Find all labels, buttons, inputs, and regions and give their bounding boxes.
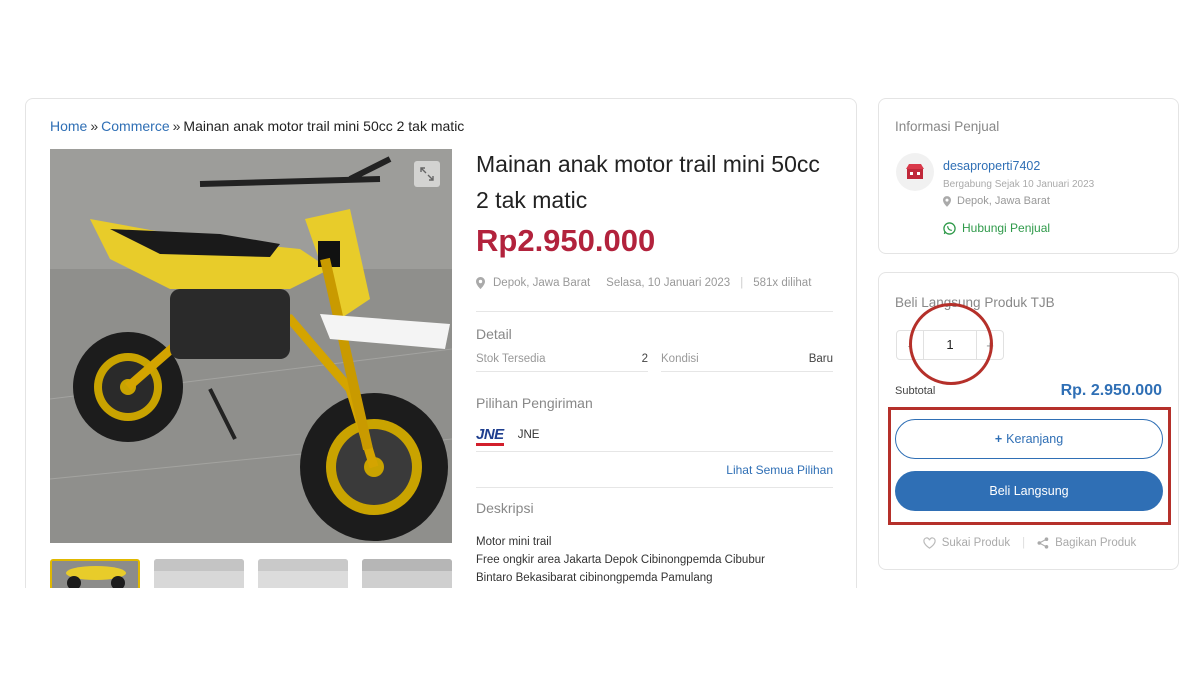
condition-label: Kondisi — [661, 353, 699, 365]
expand-icon[interactable] — [414, 161, 440, 187]
thumbnail[interactable] — [258, 559, 348, 588]
courier-name: JNE — [517, 428, 540, 441]
actions-divider: | — [1022, 537, 1026, 549]
description-line: Free ongkir area Jakarta Depok Cibinongp… — [476, 554, 765, 566]
jne-logo: JNE — [476, 426, 504, 446]
meta-divider: | — [740, 277, 744, 289]
thumbnail[interactable] — [154, 559, 244, 588]
condition-row: Kondisi Baru — [661, 353, 833, 372]
product-views: 581x dilihat — [753, 277, 812, 289]
plus-icon: + — [994, 432, 1003, 446]
divider — [476, 487, 833, 488]
divider — [476, 451, 833, 452]
seller-name-link[interactable]: desaproperti7402 — [943, 159, 1040, 173]
divider — [476, 311, 833, 312]
product-card: Home» Commerce» Mainan anak motor trail mi… — [25, 98, 857, 588]
thumbnail-strip — [50, 559, 452, 588]
shipping-label: Pilihan Pengiriman — [476, 395, 593, 411]
location-pin-icon — [943, 195, 951, 207]
buy-card: Beli Langsung Produk TJB - 1 + Subtotal … — [878, 272, 1179, 570]
breadcrumb-home-link[interactable]: Home — [50, 118, 87, 134]
add-to-cart-label: Keranjang — [1006, 432, 1064, 446]
buy-section-label: Beli Langsung Produk TJB — [895, 295, 1055, 310]
product-actions: Sukai Produk | Bagikan Produk — [879, 537, 1180, 549]
description-label: Deskripsi — [476, 500, 534, 516]
condition-value: Baru — [808, 353, 833, 365]
detail-label: Detail — [476, 326, 512, 342]
dirt-bike-image — [50, 149, 452, 543]
product-price: Rp2.950.000 — [476, 223, 656, 258]
stock-label: Stok Tersedia — [476, 353, 546, 365]
stock-row: Stok Tersedia 2 — [476, 353, 648, 372]
annotation-circle — [909, 303, 993, 385]
buy-now-button[interactable]: Beli Langsung — [895, 471, 1163, 511]
subtotal-label: Subtotal — [895, 385, 936, 397]
stock-value: 2 — [641, 353, 648, 365]
breadcrumb-separator: » — [90, 118, 99, 134]
like-product-label: Sukai Produk — [941, 537, 1011, 549]
seller-card: Informasi Penjual desaproperti7402 Berga… — [878, 98, 1179, 254]
product-date: Selasa, 10 Januari 2023 — [606, 277, 731, 289]
share-product-button[interactable]: Bagikan Produk — [1037, 537, 1136, 549]
thumbnail[interactable] — [362, 559, 452, 588]
seller-joined: Bergabung Sejak 10 Januari 2023 — [943, 179, 1095, 190]
seller-location-text: Depok, Jawa Barat — [957, 195, 1050, 207]
contact-seller-label: Hubungi Penjual — [962, 221, 1051, 235]
whatsapp-icon — [943, 221, 956, 235]
product-main-photo[interactable] — [50, 149, 452, 543]
courier-row: JNE JNE — [476, 426, 540, 446]
see-all-shipping-link[interactable]: Lihat Semua Pilihan — [726, 463, 833, 477]
breadcrumb-current: Mainan anak motor trail mini 50cc 2 tak … — [183, 118, 465, 134]
store-icon[interactable] — [896, 153, 934, 191]
description-text: Motor mini trail Free ongkir area Jakart… — [476, 533, 765, 587]
contact-seller-link[interactable]: Hubungi Penjual — [943, 221, 1050, 235]
like-product-button[interactable]: Sukai Produk — [923, 537, 1010, 549]
add-to-cart-button[interactable]: + Keranjang — [895, 419, 1163, 459]
description-line: Bintaro Bekasibarat cibinongpemda Pamula… — [476, 572, 713, 584]
product-title: Mainan anak motor trail mini 50cc 2 tak … — [476, 151, 820, 213]
seller-section-label: Informasi Penjual — [895, 119, 1000, 134]
location-pin-icon — [476, 277, 485, 289]
share-icon — [1037, 537, 1049, 549]
share-product-label: Bagikan Produk — [1055, 537, 1137, 549]
breadcrumb: Home» Commerce» Mainan anak motor trail mi… — [50, 118, 464, 134]
breadcrumb-separator: » — [172, 118, 181, 134]
heart-icon — [923, 537, 936, 549]
jne-logo-text: JNE — [476, 426, 504, 446]
thumbnail[interactable] — [50, 559, 140, 588]
subtotal-value: Rp. 2.950.000 — [1060, 382, 1162, 399]
breadcrumb-commerce-link[interactable]: Commerce — [101, 118, 169, 134]
product-meta: Depok, Jawa Barat Selasa, 10 Januari 202… — [476, 277, 811, 289]
product-location: Depok, Jawa Barat — [493, 277, 591, 289]
seller-location: Depok, Jawa Barat — [943, 195, 1050, 207]
description-line: Motor mini trail — [476, 536, 552, 548]
